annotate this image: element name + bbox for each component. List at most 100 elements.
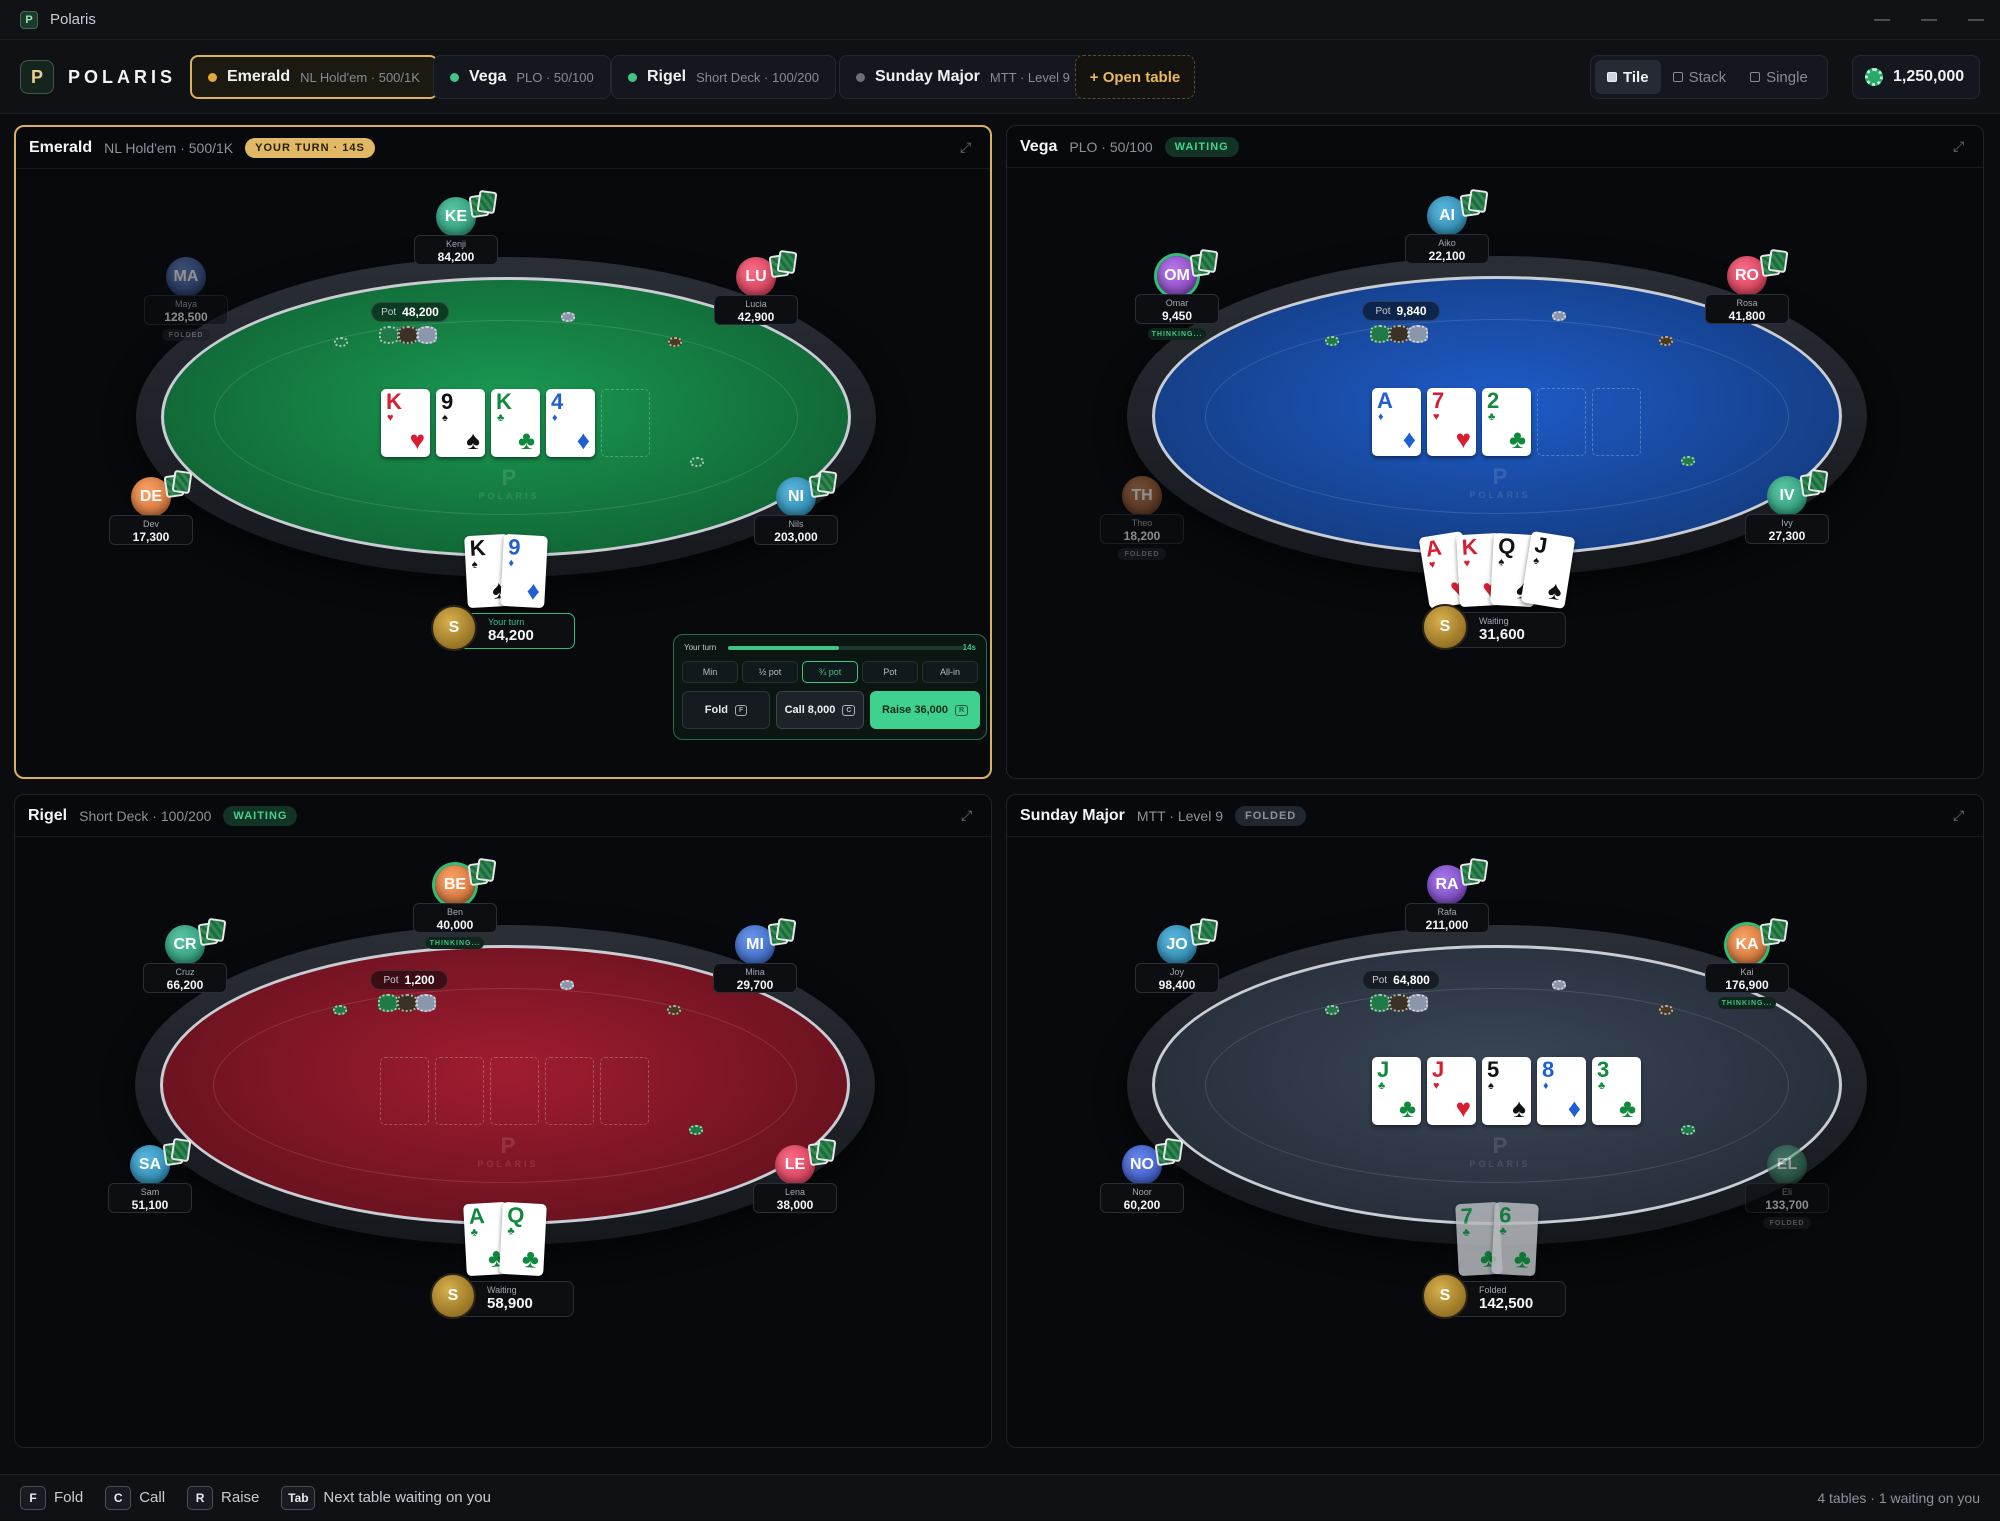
player-seat[interactable]: NI Nils 203,000	[746, 469, 846, 587]
player-stack: 27,300	[1768, 529, 1806, 543]
player-info: Maya 128,500	[144, 295, 228, 325]
raise-button[interactable]: Raise 36,000 R	[870, 691, 980, 729]
player-name: Kai	[1740, 967, 1754, 977]
player-seat[interactable]: AI Aiko 22,100	[1397, 188, 1497, 306]
top-bar: P POLARIS Emerald NL Hold'em · 500/1K Ve…	[0, 40, 2000, 114]
minimize-icon[interactable]: —	[1862, 0, 1902, 40]
player-seat[interactable]: LE Lena 38,000	[745, 1137, 845, 1255]
expand-icon[interactable]: ⤢	[1953, 807, 1969, 823]
playing-card: 2 ♣ ♣	[1482, 388, 1531, 456]
hole-cards-back	[468, 189, 498, 219]
tab-sunday-major[interactable]: Sunday Major MTT · Level 9	[839, 55, 1087, 99]
player-seat[interactable]: DE Dev 17,300	[101, 469, 201, 587]
shortcut-key: Tab	[281, 1485, 316, 1510]
player-seat[interactable]: LU Lucia 42,900	[706, 249, 806, 367]
bet-chip	[1681, 1125, 1695, 1135]
player-seat[interactable]: TH Theo 18,200 FOLDED	[1092, 476, 1192, 586]
maximize-icon[interactable]: —	[1909, 0, 1949, 40]
expand-icon[interactable]: ⤢	[961, 807, 977, 823]
player-seat[interactable]: IV Ivy 27,300	[1737, 468, 1837, 586]
panel-header: Sunday Major MTT · Level 9 FOLDED	[1007, 795, 1983, 837]
window-title: Polaris	[50, 11, 96, 28]
chip-stack	[398, 326, 418, 344]
player-name: Nils	[788, 519, 804, 529]
player-seat[interactable]: RO Rosa 41,800	[1697, 248, 1797, 366]
table-panel-vega[interactable]: Vega PLO · 50/100 WAITING ⤢ P POLARIS Pot 9,840…	[1006, 125, 1984, 779]
layout-tile-button[interactable]: Tile	[1595, 60, 1661, 94]
tab-rigel[interactable]: Rigel Short Deck · 100/200	[611, 55, 836, 99]
hole-cards-back	[807, 1137, 837, 1167]
table-panel-emerald[interactable]: Emerald NL Hold'em · 500/1K YOUR TURN · 14…	[14, 125, 992, 779]
player-seat[interactable]: OM Omar 9,450 THINKING...	[1127, 248, 1227, 366]
bet-size-all-in-button[interactable]: All-in	[922, 661, 978, 683]
playing-card: 4 ♦ ♦	[546, 389, 595, 457]
table-panel-rigel[interactable]: Rigel Short Deck · 100/200 WAITING ⤢ P POLARI…	[14, 794, 992, 1448]
bet-chip	[668, 337, 682, 347]
tab-emerald[interactable]: Emerald NL Hold'em · 500/1K	[190, 55, 438, 99]
status-bar: F Fold C Call R Raise Tab Next table waiting…	[0, 1474, 2000, 1520]
card-back	[170, 1137, 192, 1163]
call-button[interactable]: Call 8,000 C	[776, 691, 864, 729]
bet-size-three-quarter-pot-button[interactable]: ¾ pot	[802, 661, 858, 683]
open-table-button[interactable]: + Open table	[1075, 55, 1195, 99]
table-meta: PLO · 50/100	[1069, 138, 1153, 155]
status-dot	[208, 72, 217, 82]
raise-key: R	[955, 704, 969, 716]
card-suit-large: ♣	[1618, 1093, 1636, 1123]
player-name: Lena	[784, 1187, 806, 1197]
hole-cards-back	[767, 917, 797, 947]
player-seat[interactable]: KE Kenji 84,200	[406, 189, 506, 307]
player-seat[interactable]: CR Cruz 66,200	[135, 917, 235, 1035]
layout-label: Tile	[1623, 68, 1649, 86]
player-state-tag: FOLDED	[162, 329, 210, 341]
close-icon[interactable]: —	[1956, 0, 1996, 40]
player-stack: 211,000	[1425, 918, 1469, 932]
watermark-text: POLARIS	[478, 491, 540, 501]
expand-icon[interactable]: ⤢	[960, 139, 976, 155]
player-name: Ben	[446, 907, 463, 917]
player-seat[interactable]: BE Ben 40,000 THINKING...	[405, 857, 505, 975]
timer-bar	[728, 646, 964, 650]
hero-avatar: S	[430, 1273, 476, 1319]
table-name: Emerald	[29, 138, 93, 156]
layout-stack-button[interactable]: Stack	[1661, 60, 1739, 94]
panel-header: Vega PLO · 50/100 WAITING	[1007, 126, 1983, 168]
player-state-tag: FOLDED	[1118, 548, 1166, 560]
hero-hole-cards: 7 ♣ ♣ 6 ♣ ♣	[1455, 1201, 1547, 1278]
fold-button[interactable]: Fold F	[682, 691, 770, 729]
card-suit-large: ♣	[521, 1242, 540, 1274]
expand-icon[interactable]: ⤢	[1953, 138, 1969, 154]
bet-chip	[560, 980, 574, 990]
empty-card-slot	[1592, 388, 1641, 456]
hero-stack: 58,900	[487, 1295, 533, 1312]
player-seat[interactable]: SA Sam 51,100	[100, 1137, 200, 1255]
card-back	[775, 917, 797, 943]
card-rank: 9	[507, 534, 522, 560]
player-seat[interactable]: KA Kai 176,900 THINKING...	[1697, 917, 1797, 1035]
card-rank: 4	[551, 389, 564, 414]
layout-single-button[interactable]: Single	[1738, 60, 1820, 94]
player-info: Theo 18,200	[1100, 514, 1184, 544]
empty-card-slot	[600, 1057, 649, 1125]
player-seat[interactable]: MA Maya 128,500 FOLDED	[136, 257, 236, 367]
player-state-tag: THINKING...	[1718, 997, 1776, 1009]
player-seat[interactable]: MI Mina 29,700	[705, 917, 805, 1035]
your-turn-label: Your turn	[684, 643, 717, 652]
bet-size-half-pot-button[interactable]: ½ pot	[742, 661, 798, 683]
bet-size-min-button[interactable]: Min	[682, 661, 738, 683]
bet-size-pot-button[interactable]: Pot	[862, 661, 918, 683]
player-stack: 18,200	[1123, 529, 1161, 543]
fold-key: F	[734, 704, 748, 716]
tab-vega[interactable]: Vega PLO · 50/100	[433, 55, 611, 99]
player-stack: 9,450	[1161, 309, 1193, 323]
table-panel-sunday-major[interactable]: Sunday Major MTT · Level 9 FOLDED ⤢ P POLARIS…	[1006, 794, 1984, 1448]
player-name: Theo	[1131, 518, 1153, 528]
player-seat[interactable]: JO Joy 98,400	[1127, 917, 1227, 1035]
player-seat[interactable]: EL Eli 133,700 FOLDED	[1737, 1145, 1837, 1255]
player-seat[interactable]: RA Rafa 211,000	[1397, 857, 1497, 975]
card-suit-small: ♥	[1463, 557, 1471, 570]
player-seat[interactable]: NO Noor 60,200	[1092, 1137, 1192, 1255]
player-stack: 98,400	[1158, 978, 1196, 992]
card-suit-small: ♥	[1433, 1080, 1440, 1092]
card-rank: A	[468, 1203, 486, 1229]
